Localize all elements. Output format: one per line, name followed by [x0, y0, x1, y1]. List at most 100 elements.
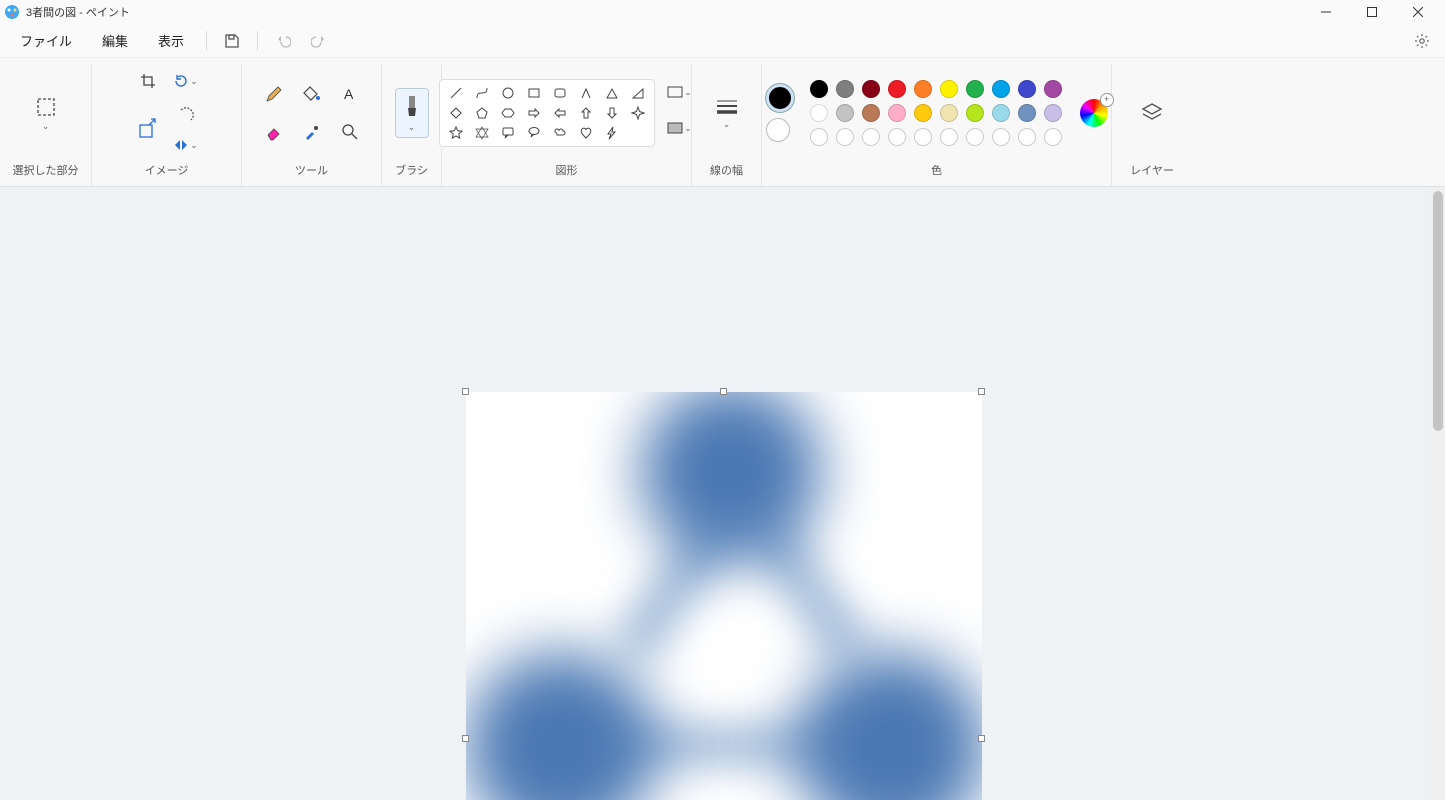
color-swatch-empty[interactable]: [940, 128, 958, 146]
menu-edit[interactable]: 編集: [88, 27, 142, 54]
rotate-icon: [173, 73, 189, 89]
color-swatch[interactable]: [1044, 104, 1062, 122]
shape-curve-icon[interactable]: [472, 86, 492, 100]
shape-pentagon-icon[interactable]: [472, 106, 492, 120]
resize-handle[interactable]: [978, 388, 985, 395]
select-free-button[interactable]: [133, 116, 163, 142]
color-swatch[interactable]: [940, 104, 958, 122]
scrollbar-thumb[interactable]: [1433, 191, 1443, 431]
canvas[interactable]: [466, 392, 982, 800]
shape-polygon-icon[interactable]: [576, 86, 596, 100]
color-swatch[interactable]: [1018, 104, 1036, 122]
color-swatch[interactable]: [810, 104, 828, 122]
shape-arrow-right-icon[interactable]: [524, 106, 544, 120]
redo-button[interactable]: [302, 27, 336, 55]
color-swatch-empty[interactable]: [992, 128, 1010, 146]
resize-handle[interactable]: [720, 388, 727, 395]
shape-callout-oval-icon[interactable]: [524, 126, 544, 140]
color-swatch[interactable]: [992, 80, 1010, 98]
shape-outline-button[interactable]: ⌄: [665, 79, 695, 105]
color-swatch[interactable]: [836, 104, 854, 122]
group-shapes: ⌄ ⌄ 図形: [442, 64, 692, 186]
pencil-icon: [265, 85, 283, 103]
canvas-area[interactable]: [0, 187, 1445, 800]
color-swatch[interactable]: [914, 104, 932, 122]
color-swatch-empty[interactable]: [836, 128, 854, 146]
color-swatch[interactable]: [1018, 80, 1036, 98]
color-swatch[interactable]: [940, 80, 958, 98]
shape-oval-icon[interactable]: [498, 86, 518, 100]
shape-arrow-up-icon[interactable]: [576, 106, 596, 120]
shape-line-icon[interactable]: [446, 86, 466, 100]
text-tool[interactable]: A: [333, 77, 367, 111]
flip-button[interactable]: [171, 100, 201, 126]
color-swatch-empty[interactable]: [810, 128, 828, 146]
maximize-button[interactable]: [1349, 0, 1395, 24]
resize-handle[interactable]: [978, 735, 985, 742]
pencil-tool[interactable]: [257, 77, 291, 111]
shape-5star-icon[interactable]: [446, 126, 466, 140]
svg-text:A: A: [344, 86, 354, 102]
shape-triangle-icon[interactable]: [602, 86, 622, 100]
undo-button[interactable]: [266, 27, 300, 55]
picker-tool[interactable]: [295, 115, 329, 149]
shape-4star-icon[interactable]: [628, 106, 648, 120]
shape-arrow-left-icon[interactable]: [550, 106, 570, 120]
color-swatch[interactable]: [888, 80, 906, 98]
color-swatch[interactable]: [1044, 80, 1062, 98]
settings-button[interactable]: [1405, 27, 1439, 55]
resize-handle[interactable]: [462, 735, 469, 742]
brush-dropdown[interactable]: ⌄: [395, 88, 429, 138]
color-swatch[interactable]: [810, 80, 828, 98]
shape-lightning-icon[interactable]: [602, 126, 622, 140]
menu-file[interactable]: ファイル: [6, 27, 86, 54]
color-swatch[interactable]: [992, 104, 1010, 122]
menu-view[interactable]: 表示: [144, 27, 198, 54]
shape-diamond-icon[interactable]: [446, 106, 466, 120]
fill-tool[interactable]: [295, 77, 329, 111]
shape-6star-icon[interactable]: [472, 126, 492, 140]
color-swatch-empty[interactable]: [966, 128, 984, 146]
color-swatch-empty[interactable]: [914, 128, 932, 146]
group-colors: 色: [762, 64, 1112, 186]
primary-color-swatch[interactable]: [766, 84, 794, 112]
shape-gallery[interactable]: [439, 79, 655, 147]
shape-heart-icon[interactable]: [576, 126, 596, 140]
shape-callout-cloud-icon[interactable]: [550, 126, 570, 140]
color-swatch-empty[interactable]: [888, 128, 906, 146]
eraser-tool[interactable]: [257, 115, 291, 149]
selection-tool[interactable]: ⌄: [22, 89, 70, 138]
shape-fill-button[interactable]: ⌄: [665, 115, 695, 141]
shape-callout-rect-icon[interactable]: [498, 126, 518, 140]
rotate-button[interactable]: ⌄: [171, 68, 201, 94]
color-swatch[interactable]: [914, 80, 932, 98]
color-swatch[interactable]: [836, 80, 854, 98]
color-swatch[interactable]: [862, 104, 880, 122]
shape-rect-icon[interactable]: [524, 86, 544, 100]
secondary-color-swatch[interactable]: [766, 118, 790, 142]
minimize-button[interactable]: [1303, 0, 1349, 24]
color-swatch[interactable]: [966, 80, 984, 98]
shape-arrow-down-icon[interactable]: [602, 106, 622, 120]
color-swatch[interactable]: [862, 80, 880, 98]
resize-button[interactable]: ⌄: [171, 132, 201, 158]
edit-colors-button[interactable]: [1080, 99, 1108, 127]
stroke-width-dropdown[interactable]: ⌄: [703, 91, 751, 136]
layers-button[interactable]: [1128, 95, 1176, 131]
shape-hexagon-icon[interactable]: [498, 106, 518, 120]
shape-roundrect-icon[interactable]: [550, 86, 570, 100]
color-swatch-empty[interactable]: [1044, 128, 1062, 146]
group-label: イメージ: [145, 158, 189, 180]
save-button[interactable]: [215, 27, 249, 55]
crop-icon: [140, 73, 156, 89]
color-swatch[interactable]: [888, 104, 906, 122]
crop-button[interactable]: [133, 68, 163, 94]
vertical-scrollbar[interactable]: [1431, 187, 1445, 800]
color-swatch-empty[interactable]: [1018, 128, 1036, 146]
zoom-tool[interactable]: [333, 115, 367, 149]
close-button[interactable]: [1395, 0, 1441, 24]
color-swatch-empty[interactable]: [862, 128, 880, 146]
color-swatch[interactable]: [966, 104, 984, 122]
shape-right-triangle-icon[interactable]: [628, 86, 648, 100]
resize-handle[interactable]: [462, 388, 469, 395]
